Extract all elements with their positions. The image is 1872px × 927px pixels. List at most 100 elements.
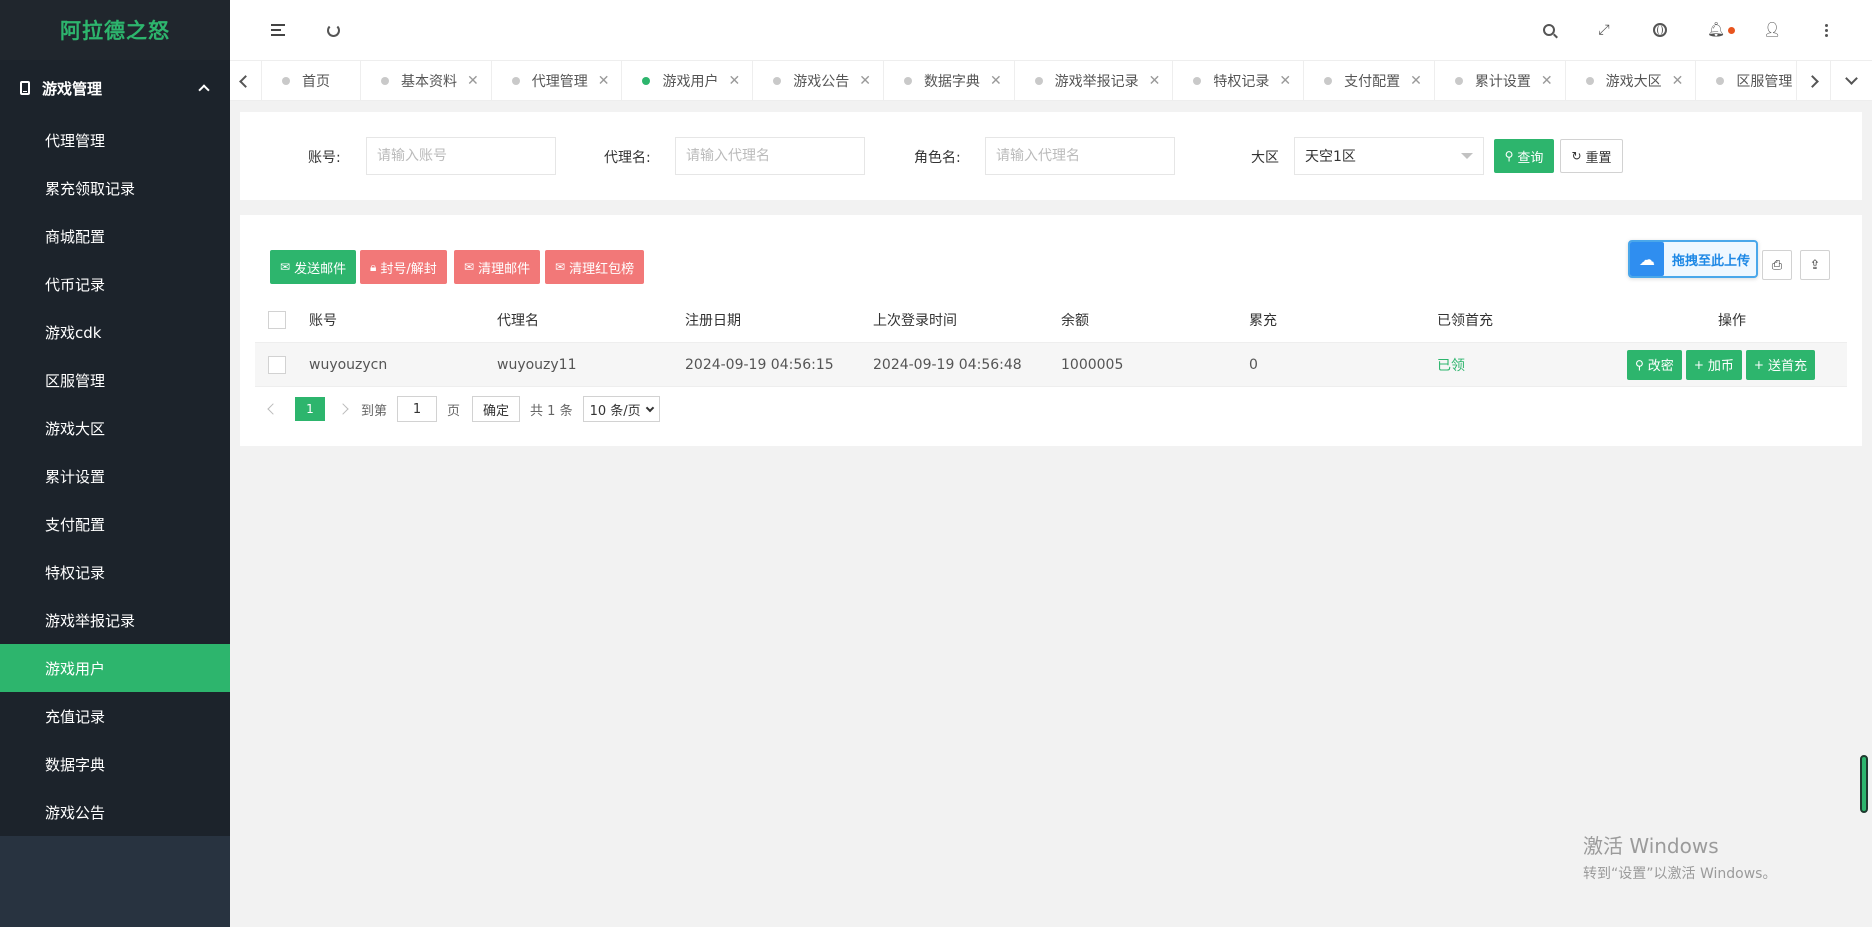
close-icon[interactable]: ✕	[598, 73, 610, 89]
menu-toggle-icon[interactable]	[266, 18, 290, 42]
user-icon[interactable]: 👤︎	[1760, 18, 1784, 42]
sidebar-item-data-dictionary[interactable]: 数据字典	[0, 740, 230, 788]
sidebar-item-cumulative-settings[interactable]: 累计设置	[0, 452, 230, 500]
page-label: 页	[447, 403, 461, 419]
sidebar-item-game-announcements[interactable]: 游戏公告	[0, 788, 230, 836]
tab-game-announcements[interactable]: 游戏公告 ✕	[753, 61, 884, 101]
close-icon[interactable]: ✕	[1541, 73, 1553, 89]
export-icon[interactable]: ⇪	[1800, 250, 1830, 280]
close-icon[interactable]: ✕	[1279, 73, 1291, 89]
tab-game-users[interactable]: 游戏用户 ✕	[622, 61, 754, 101]
sidebar-item-agent-management[interactable]: 代理管理	[0, 116, 230, 164]
sidebar-item-recharge-claim-records[interactable]: 累充领取记录	[0, 164, 230, 212]
sidebar-item-shop-config[interactable]: 商城配置	[0, 212, 230, 260]
key-icon: ⚲	[1635, 357, 1644, 372]
sidebar-item-token-records[interactable]: 代币记录	[0, 260, 230, 308]
region-label: 大区	[1251, 150, 1279, 166]
tab-dot	[903, 77, 912, 85]
tab-agent-management[interactable]: 代理管理 ✕	[492, 61, 623, 101]
tab-home[interactable]: 首页	[262, 61, 361, 101]
tab-privilege-records[interactable]: 特权记录 ✕	[1173, 61, 1305, 101]
cloud-upload-icon: ☁	[1630, 242, 1664, 276]
send-mail-label: 发送邮件	[294, 261, 347, 277]
region-select[interactable]: 天空1区	[1294, 137, 1484, 175]
next-page-icon[interactable]	[337, 403, 349, 415]
sidebar: 阿拉德之怒 游戏管理 代理管理 累充领取记录 商城配置 代币记录 游戏cdk 区…	[0, 0, 230, 927]
close-icon[interactable]: ✕	[1410, 73, 1422, 89]
tab-game-regions[interactable]: 游戏大区 ✕	[1566, 61, 1697, 101]
tab-options-dropdown[interactable]	[1830, 61, 1872, 101]
total-count: 共 1 条	[530, 403, 573, 419]
tab-dot	[1193, 77, 1202, 85]
close-icon[interactable]: ✕	[467, 73, 479, 89]
tab-report-records[interactable]: 游戏举报记录 ✕	[1015, 61, 1174, 101]
sidebar-item-game-users[interactable]: 游戏用户	[0, 644, 230, 692]
search-icon[interactable]	[1537, 18, 1561, 42]
tab-cumulative-settings[interactable]: 累计设置 ✕	[1435, 61, 1566, 101]
clear-mail-button[interactable]: ✉ 清理邮件	[454, 250, 541, 284]
query-button[interactable]: ⚲ 查询	[1494, 139, 1554, 173]
refresh-icon[interactable]	[321, 18, 345, 42]
role-input[interactable]	[985, 137, 1175, 175]
tab-basic-info[interactable]: 基本资料 ✕	[361, 61, 492, 101]
prev-page-icon[interactable]	[267, 403, 279, 415]
add-coin-button[interactable]: + 加币	[1685, 349, 1742, 380]
tab-label: 游戏大区	[1605, 74, 1662, 90]
goto-page-input[interactable]: 1	[397, 396, 438, 422]
mail-icon: ✉	[464, 260, 475, 274]
sidebar-item-privilege-records[interactable]: 特权记录	[0, 548, 230, 596]
sidebar-item-server-management[interactable]: 区服管理	[0, 356, 230, 404]
page-size-select[interactable]: 10 条/页	[582, 396, 660, 422]
sidebar-item-payment-config[interactable]: 支付配置	[0, 500, 230, 548]
tab-dot	[1034, 77, 1043, 85]
scroll-handle[interactable]	[1860, 755, 1868, 813]
tab-data-dictionary[interactable]: 数据字典 ✕	[884, 61, 1015, 101]
clear-redlist-button[interactable]: ✉ 清理红包榜	[545, 250, 645, 284]
send-first-recharge-button[interactable]: + 送首充	[1745, 349, 1815, 380]
goto-confirm-button[interactable]: 确定	[472, 396, 521, 422]
row-checkbox[interactable]	[268, 355, 286, 374]
bell-icon[interactable]: 🔔︎	[1704, 18, 1738, 42]
send-mail-button[interactable]: ✉ 发送邮件	[270, 250, 357, 284]
goto-label: 到第	[361, 403, 388, 419]
close-icon[interactable]: ✕	[859, 73, 871, 89]
region-select-value: 天空1区	[1305, 149, 1356, 165]
upload-drop-badge[interactable]: ☁ 拖拽至此上传	[1628, 240, 1758, 278]
search-form-card: 账号: 代理名: 角色名: 大区 天空1区 ⚲查询 ↻重置	[240, 112, 1862, 200]
cell-total-recharge: 0	[1249, 356, 1258, 373]
tab-dot	[642, 77, 651, 85]
account-input[interactable]	[366, 137, 556, 175]
tabs: 首页 基本资料 ✕ 代理管理 ✕ 游戏用户 ✕ 游戏公告 ✕ 数据字典 ✕ 游戏举报记录 ✕…	[262, 61, 1796, 101]
close-icon[interactable]: ✕	[728, 73, 740, 89]
menu-group-game-management[interactable]: 游戏管理	[0, 60, 230, 116]
header-account: 账号	[309, 313, 337, 329]
close-icon[interactable]: ✕	[1672, 73, 1684, 89]
plus-icon: +	[1693, 357, 1704, 372]
agent-input[interactable]	[675, 137, 865, 175]
close-icon[interactable]: ✕	[1149, 73, 1161, 89]
more-icon[interactable]	[1814, 18, 1838, 42]
header-actions: 操作	[1718, 313, 1746, 329]
tab-payment-config[interactable]: 支付配置 ✕	[1304, 61, 1435, 101]
fullscreen-icon[interactable]: ⤢	[1592, 18, 1616, 42]
notification-dot	[1727, 26, 1735, 34]
account-label: 账号:	[308, 150, 341, 166]
tab-scroll-left-button[interactable]	[230, 61, 262, 101]
globe-icon[interactable]	[1648, 18, 1672, 42]
reset-button[interactable]: ↻ 重置	[1560, 139, 1623, 173]
sidebar-item-game-cdk[interactable]: 游戏cdk	[0, 308, 230, 356]
tab-scroll-right-button[interactable]	[1796, 61, 1828, 101]
close-icon[interactable]: ✕	[990, 73, 1002, 89]
current-page-button[interactable]: 1	[295, 397, 325, 421]
tab-label: 首页	[302, 74, 330, 90]
change-password-button[interactable]: ⚲ 改密	[1627, 349, 1682, 380]
sidebar-item-recharge-records[interactable]: 充值记录	[0, 692, 230, 740]
tab-server-management[interactable]: 区服管理✕	[1696, 61, 1796, 101]
print-icon[interactable]: ⎙	[1762, 250, 1792, 280]
sidebar-item-report-records[interactable]: 游戏举报记录	[0, 596, 230, 644]
header-balance: 余额	[1061, 313, 1089, 329]
tab-label: 数据字典	[923, 74, 980, 90]
select-all-checkbox[interactable]	[268, 311, 286, 329]
ban-unban-button[interactable]: 🔒︎ 封号/解封	[360, 250, 447, 284]
sidebar-item-game-regions[interactable]: 游戏大区	[0, 404, 230, 452]
